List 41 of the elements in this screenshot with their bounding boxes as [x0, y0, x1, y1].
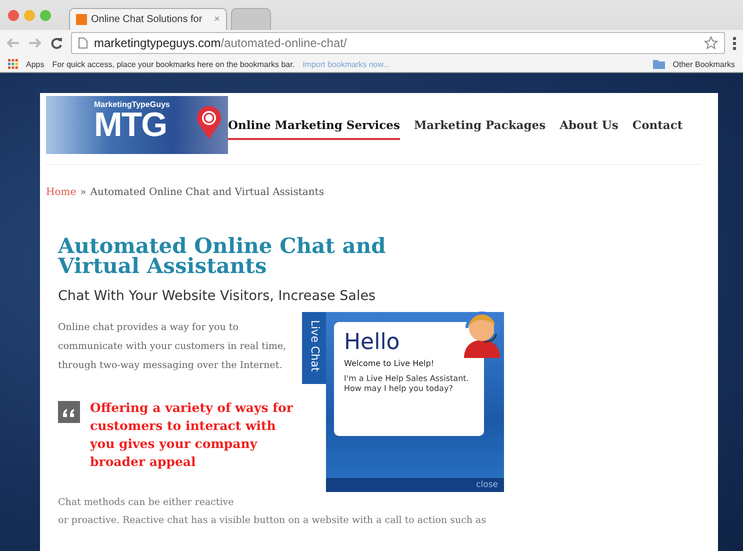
page-title: Automated Online Chat and Virtual Assistants — [58, 236, 387, 276]
zoom-window-icon[interactable] — [40, 10, 51, 20]
breadcrumb-current: Automated Online Chat and Virtual Assistants — [90, 187, 324, 198]
close-window-icon[interactable] — [8, 10, 19, 20]
back-arrow-icon[interactable] — [6, 37, 20, 49]
other-bookmarks-link[interactable]: Other Bookmarks — [672, 60, 735, 68]
chat-greeting: Hello — [344, 330, 401, 355]
location-pin-icon — [196, 106, 222, 140]
quote-icon — [58, 401, 80, 423]
logo-letters: MTG — [94, 108, 167, 142]
live-chat-tab[interactable]: Live Chat — [302, 312, 328, 384]
bookmarks-hint: For quick access, place your bookmarks here on the bookmarks bar. — [52, 60, 295, 68]
nav-link[interactable]: Contact — [632, 118, 683, 140]
logo-banner[interactable]: MarketingTypeGuys MTG — [46, 96, 228, 154]
favicon-icon — [76, 14, 87, 25]
address-bar[interactable]: marketingtypeguys.com/automated-online-chat/ — [71, 32, 725, 54]
breadcrumb-home-link[interactable]: Home — [46, 187, 76, 198]
menu-icon[interactable] — [733, 36, 737, 50]
page-icon — [78, 37, 88, 49]
bookmark-star-icon[interactable] — [704, 36, 718, 50]
forward-arrow-icon[interactable] — [28, 37, 42, 49]
folder-icon — [652, 59, 665, 69]
browser-tab[interactable]: Online Chat Solutions for × — [69, 8, 227, 30]
minimize-window-icon[interactable] — [24, 10, 35, 20]
breadcrumb-separator: » — [80, 187, 86, 198]
intro-paragraph: Online chat provides a way for you to communicate with your customers in real time, through two-way messaging over the Internet. — [58, 321, 288, 373]
chat-welcome: Welcome to Live Help! — [344, 359, 436, 368]
reload-icon[interactable] — [50, 36, 63, 50]
browser-tab[interactable] — [231, 8, 271, 30]
page-subtitle: Chat With Your Website Visitors, Increase Sales — [58, 288, 377, 304]
chat-close-link[interactable]: close — [476, 480, 498, 490]
pull-quote: Offering a variety of ways for customers to interact with you gives your company broader appeal — [90, 399, 294, 471]
apps-link[interactable]: Apps — [26, 60, 44, 68]
logo-name: MarketingTypeGuys — [94, 100, 170, 109]
nav-link[interactable]: Online Marketing Services — [228, 118, 400, 140]
nav-link[interactable]: Marketing Packages — [414, 118, 546, 140]
chat-message: I'm a Live Help Sales Assistant. How may I help you today? — [344, 374, 470, 394]
apps-grid-icon — [8, 59, 18, 69]
body-paragraph: or proactive. Reactive chat has a visible button on a website with a call to action such as — [58, 514, 488, 528]
body-paragraph: Chat methods can be either reactive — [58, 496, 235, 510]
nav-link[interactable]: About Us — [560, 118, 618, 140]
